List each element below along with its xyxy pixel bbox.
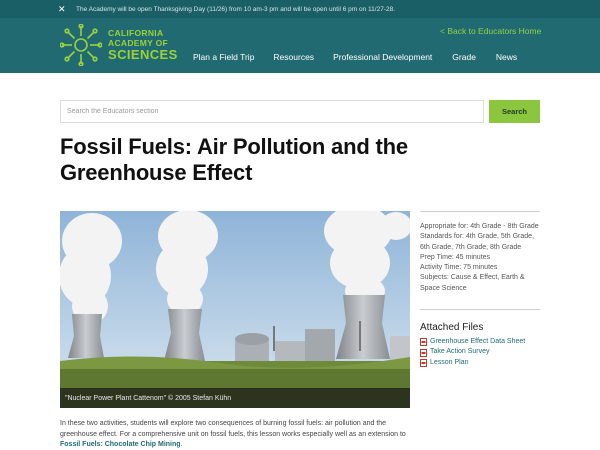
search-input[interactable] [60,100,484,123]
intro-text: In these two activities, students will e… [60,420,406,438]
meta-prep-time: Prep Time: 45 minutes [420,253,491,261]
logo-line-1: CALIFORNIA [108,28,164,38]
hero-caption: "Nuclear Power Plant Cattenom" © 2005 St… [60,388,410,408]
file-label: Take Action Survey [430,348,490,356]
nav-plan-field-trip[interactable]: Plan a Field Trip [193,52,254,62]
meta-activity-time: Activity Time: 75 minutes [420,264,498,272]
meta-standards-for: Standards for: 4th Grade, 5th Grade, 6th… [420,233,535,251]
nav-professional-development[interactable]: Professional Development [333,52,432,62]
page-title: Fossil Fuels: Air Pollution and the Gree… [60,134,408,185]
file-lesson-plan[interactable]: Lesson Plan [420,358,540,368]
sunburst-logo-icon [60,24,102,66]
lesson-meta: Appropriate for: 4th Grade - 8th Grade S… [420,222,540,294]
search-button[interactable]: Search [489,100,540,123]
pdf-icon [420,358,427,367]
nav-grade[interactable]: Grade [452,52,476,62]
main-nav: Plan a Field Trip Resources Professional… [193,52,517,62]
logo-line-3: SCIENCES [108,47,178,62]
intro-end: . [180,441,183,448]
alert-text: The Academy will be open Thanksgiving Da… [76,5,396,13]
file-take-action-survey[interactable]: Take Action Survey [420,347,540,357]
nav-resources[interactable]: Resources [273,52,314,62]
meta-subjects: Subjects: Cause & Effect, Earth & Space … [420,274,525,292]
pdf-icon [420,338,427,347]
file-greenhouse-effect-data-sheet[interactable]: Greenhouse Effect Data Sheet [420,337,540,347]
chocolate-chip-mining-link[interactable]: Fossil Fuels: Chocolate Chip Mining [60,441,181,448]
power-plant-photo [60,211,410,408]
intro-paragraph: In these two activities, students will e… [60,419,415,450]
academy-logo[interactable]: CALIFORNIA ACADEMY OF SCIENCES [60,24,178,66]
nav-news[interactable]: News [496,52,517,62]
file-label: Greenhouse Effect Data Sheet [430,338,526,346]
divider [420,309,540,311]
attached-files-heading: Attached Files [420,322,484,334]
hero-image: "Nuclear Power Plant Cattenom" © 2005 St… [60,211,410,408]
logo-wordmark: CALIFORNIA ACADEMY OF SCIENCES [108,28,178,62]
lesson-sidebar: Appropriate for: 4th Grade - 8th Grade S… [420,211,540,368]
pdf-icon [420,348,427,357]
back-to-educators-link[interactable]: < Back to Educators Home [440,26,541,36]
file-label: Lesson Plan [430,358,469,366]
close-icon[interactable]: ✕ [58,0,70,18]
alert-bar: ✕ The Academy will be open Thanksgiving … [0,0,600,18]
meta-appropriate-for: Appropriate for: 4th Grade - 8th Grade [420,223,539,230]
site-header: CALIFORNIA ACADEMY OF SCIENCES < Back to… [0,18,600,73]
attached-files-list: Greenhouse Effect Data Sheet Take Action… [420,337,540,368]
divider [420,211,540,212]
